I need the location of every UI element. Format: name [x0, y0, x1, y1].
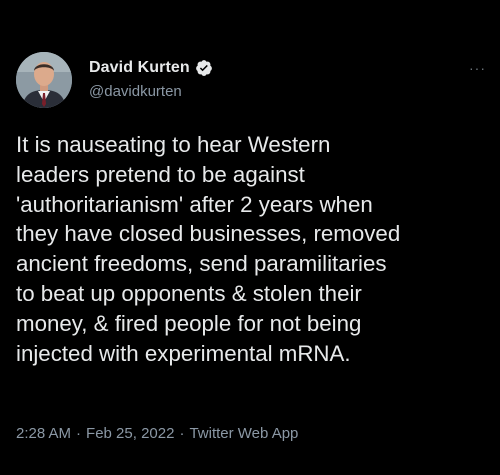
- avatar-photo: [16, 52, 72, 108]
- author-display-name[interactable]: David Kurten: [89, 59, 190, 77]
- tweet-header: David Kurten @davidkurten ···: [16, 52, 486, 112]
- avatar[interactable]: [16, 52, 72, 108]
- author-handle[interactable]: @davidkurten: [89, 83, 213, 100]
- tweet-card: David Kurten @davidkurten ··· It is naus…: [0, 0, 500, 475]
- meta-separator: ·: [179, 425, 185, 442]
- author-names: David Kurten @davidkurten: [89, 58, 213, 100]
- verified-badge-icon: [195, 60, 212, 76]
- tweet-metadata: 2:28 AM · Feb 25, 2022 · Twitter Web App: [16, 425, 298, 442]
- more-options-icon[interactable]: ···: [469, 60, 486, 76]
- tweet-date[interactable]: Feb 25, 2022: [86, 425, 174, 442]
- tweet-source[interactable]: Twitter Web App: [189, 425, 298, 442]
- display-name-row: David Kurten: [89, 58, 213, 78]
- tweet-text: It is nauseating to hear Western leaders…: [16, 132, 401, 366]
- tweet-time[interactable]: 2:28 AM: [16, 425, 71, 442]
- meta-separator: ·: [76, 425, 82, 442]
